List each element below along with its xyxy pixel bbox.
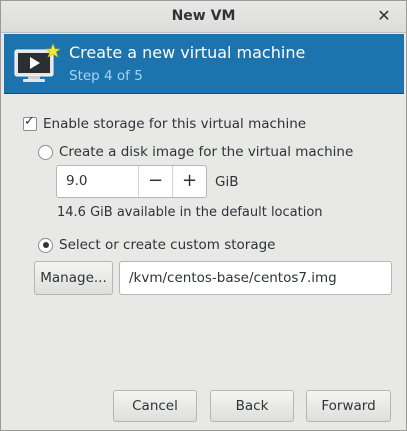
window-title: New VM bbox=[171, 8, 236, 24]
disk-size-stepper[interactable]: 9.0 − + bbox=[56, 165, 207, 198]
disk-size-unit: GiB bbox=[215, 174, 239, 190]
create-disk-label: Create a disk image for the virtual mach… bbox=[59, 144, 354, 160]
radio-button[interactable] bbox=[38, 144, 53, 160]
decrement-button[interactable]: − bbox=[138, 166, 172, 197]
back-button[interactable]: Back bbox=[210, 390, 294, 422]
custom-storage-radio[interactable]: Select or create custom storage bbox=[38, 237, 275, 253]
vm-monitor-icon bbox=[14, 43, 61, 82]
wizard-title: Create a new virtual machine bbox=[69, 43, 306, 62]
available-space-text: 14.6 GiB available in the default locati… bbox=[57, 205, 323, 220]
custom-storage-path-input[interactable]: /kvm/centos-base/centos7.img bbox=[119, 261, 392, 295]
forward-button[interactable]: Forward bbox=[306, 390, 391, 422]
enable-storage-label: Enable storage for this virtual machine bbox=[43, 116, 307, 132]
checkbox-box[interactable]: ✓ bbox=[23, 114, 37, 131]
radio-button[interactable] bbox=[38, 237, 53, 253]
create-disk-radio[interactable]: Create a disk image for the virtual mach… bbox=[38, 144, 353, 160]
cancel-button[interactable]: Cancel bbox=[113, 390, 197, 422]
disk-size-input[interactable]: 9.0 bbox=[57, 166, 138, 197]
wizard-step: Step 4 of 5 bbox=[69, 68, 143, 84]
checkmark-icon: ✓ bbox=[24, 114, 35, 129]
custom-storage-label: Select or create custom storage bbox=[59, 237, 276, 253]
manage-button[interactable]: Manage... bbox=[34, 261, 113, 295]
radio-selected-dot bbox=[42, 242, 49, 248]
title-bar[interactable]: New VM ✕ bbox=[1, 1, 406, 33]
new-vm-dialog: New VM ✕ Create a new virtual machine St… bbox=[0, 0, 407, 431]
enable-storage-checkbox[interactable]: ✓ Enable storage for this virtual machin… bbox=[23, 114, 307, 132]
increment-button[interactable]: + bbox=[172, 166, 206, 197]
close-icon[interactable]: ✕ bbox=[374, 5, 394, 27]
wizard-header: Create a new virtual machine Step 4 of 5 bbox=[4, 34, 404, 94]
